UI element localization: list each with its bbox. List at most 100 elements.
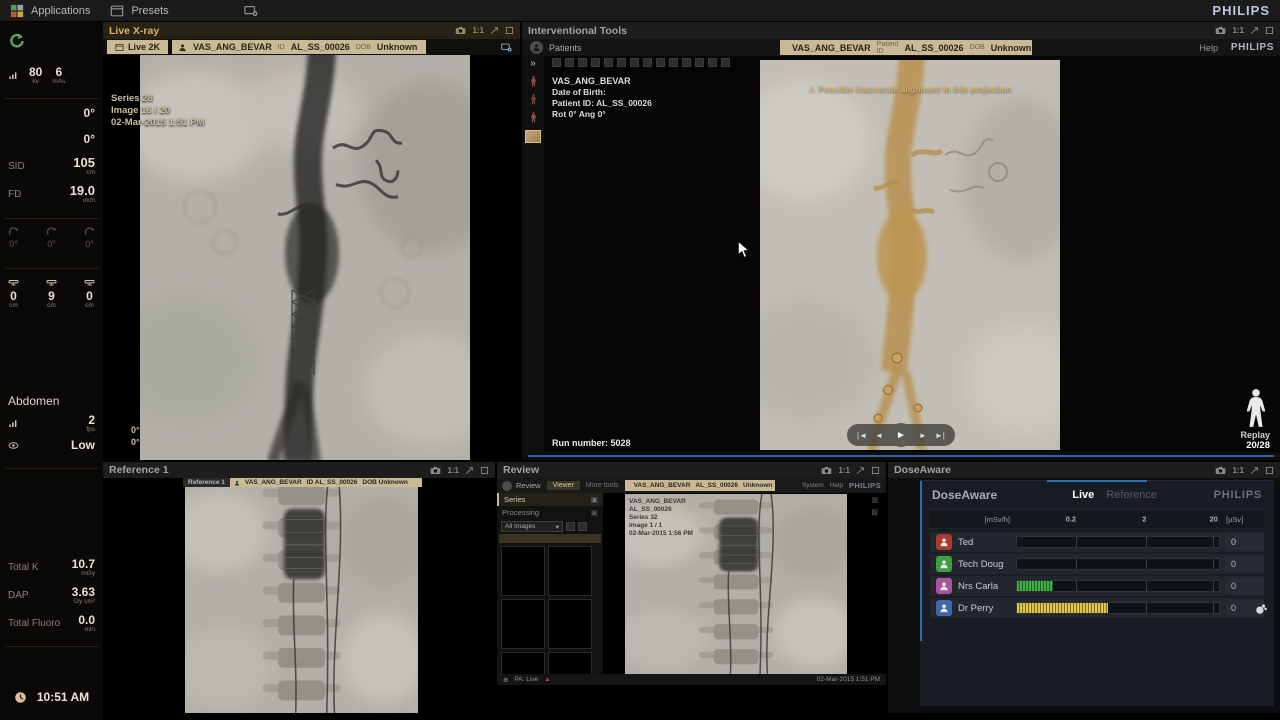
patient-name: VAS_ANG_BEVAR	[792, 43, 871, 53]
tool-icon[interactable]	[565, 58, 574, 67]
step-back-button[interactable]: ◄	[875, 431, 883, 440]
presets-menu[interactable]: Presets	[100, 0, 178, 21]
resize-icon[interactable]	[465, 466, 474, 475]
patient-marker-icon-3[interactable]	[528, 112, 539, 123]
tool-icon[interactable]	[643, 58, 652, 67]
tool-icon[interactable]	[708, 58, 717, 67]
play-button[interactable]: ►	[889, 423, 913, 447]
thumbnail[interactable]	[501, 546, 545, 596]
reference-tab[interactable]: Reference 1	[183, 478, 230, 487]
acquisition-sidebar: 80kv 6mAs 0° 0° SID 105cm FD 19.0inch 0°…	[0, 22, 103, 720]
tool-icon[interactable]	[617, 58, 626, 67]
resize-icon[interactable]	[490, 26, 499, 35]
tool-icon[interactable]	[630, 58, 639, 67]
protocol-row[interactable]: Abdomen	[0, 394, 103, 408]
patient-banner[interactable]: VAS_ANG_BEVAR ID AL_SS_00026 DOB Unknown	[230, 478, 422, 487]
patient-marker-icon-2[interactable]	[528, 94, 539, 105]
run-scrubber[interactable]	[522, 452, 1280, 460]
tool-icon[interactable]	[656, 58, 665, 67]
patient-body-icon	[1242, 388, 1270, 430]
image-counter: Image 16 / 20	[111, 105, 204, 117]
dose-value: 0	[1226, 556, 1264, 572]
table-longitudinal-icon	[46, 276, 57, 287]
snapshot-icon[interactable]	[821, 465, 832, 476]
tool-icon[interactable]	[604, 58, 613, 67]
display-route-icon[interactable]	[501, 42, 512, 53]
tool-icon[interactable]	[682, 58, 691, 67]
patient-banner[interactable]: VAS_ANG_BEVAR Patient ID AL_SS_00026 DOB…	[780, 40, 1032, 55]
patient-id: ID AL_SS_00026	[307, 479, 358, 486]
resize-icon[interactable]	[856, 466, 865, 475]
roadmap-angiogram-image[interactable]	[760, 60, 1060, 450]
review-side-icons: ▥▧	[871, 496, 878, 516]
applications-menu[interactable]: Applications	[0, 0, 100, 21]
maximize-icon[interactable]	[1265, 466, 1274, 475]
series-list-item[interactable]: Series▣	[497, 493, 603, 506]
skip-end-button[interactable]: ►|	[935, 431, 945, 440]
tool-icon[interactable]	[591, 58, 600, 67]
maximize-icon[interactable]	[505, 26, 514, 35]
dob-label: DOB	[970, 44, 985, 51]
thumbnail[interactable]	[501, 599, 545, 649]
processing-list-item[interactable]: Processing▣	[497, 506, 603, 519]
maximize-icon[interactable]	[871, 466, 880, 475]
review-app-button[interactable]: Review	[502, 481, 541, 491]
step-forward-button[interactable]: ►	[919, 431, 927, 440]
tool-icon[interactable]	[721, 58, 730, 67]
accent-underline	[1047, 480, 1146, 482]
tool-icon[interactable]	[552, 58, 561, 67]
table-unit-1: cm	[9, 303, 18, 310]
id-label: ID	[278, 44, 285, 51]
tab-live[interactable]: Live	[1072, 489, 1094, 501]
detector-rotation-icon	[84, 226, 95, 237]
help-button[interactable]: Help	[1199, 43, 1218, 53]
patient-marker-icon[interactable]	[528, 76, 539, 87]
pan-icon[interactable]: ▥	[871, 496, 878, 504]
snapshot-icon[interactable]	[455, 25, 466, 36]
doseaware-title: DoseAware	[894, 464, 951, 476]
warning-text: Possible inaccurate alignment in this pr…	[818, 84, 1011, 94]
filter-row: All Images▾	[497, 519, 603, 534]
patient-banner[interactable]: VAS_ANG_BEVAR AL_SS_00026 Unknown	[625, 480, 775, 491]
live-xray-title: Live X-ray	[109, 25, 159, 37]
tool-icon[interactable]	[695, 58, 704, 67]
snapshot-icon[interactable]	[1215, 465, 1226, 476]
fps-row: 2fps	[0, 414, 103, 434]
review-app-label: Review	[516, 481, 541, 490]
skip-start-button[interactable]: |◄	[857, 431, 867, 440]
more-tools-button[interactable]: More tools	[586, 482, 619, 489]
tool-icon[interactable]	[578, 58, 587, 67]
maximize-icon[interactable]	[480, 466, 489, 475]
expand-strip-button[interactable]: »	[530, 58, 536, 69]
patient-banner[interactable]: VAS_ANG_BEVAR ID AL_SS_00026 DOB Unknown	[172, 40, 426, 54]
zoom-1to1-button[interactable]: 1:1	[447, 466, 459, 475]
resize-icon[interactable]	[1250, 26, 1259, 35]
system-button[interactable]: System	[802, 482, 824, 489]
zoom-1to1-button[interactable]: 1:1	[472, 26, 484, 35]
sort-icon[interactable]	[578, 522, 587, 531]
table-pos-1: 0	[10, 290, 17, 302]
patients-button[interactable]: Patients	[522, 41, 590, 54]
mas-unit: mAs	[52, 79, 65, 86]
tools-icon-toolbar	[552, 58, 730, 67]
image-filter-dropdown[interactable]: All Images▾	[501, 521, 563, 532]
active-roadmap-thumbnail[interactable]	[525, 130, 541, 143]
zoom-1to1-button[interactable]: 1:1	[1232, 466, 1244, 475]
thumbnail[interactable]	[548, 599, 592, 649]
snapshot-icon[interactable]	[430, 465, 441, 476]
zoom-icon[interactable]: ▧	[871, 508, 878, 516]
screen-capture-button[interactable]	[234, 0, 268, 21]
tab-reference[interactable]: Reference	[1106, 489, 1157, 501]
snapshot-icon[interactable]	[1215, 25, 1226, 36]
tab-live-2k[interactable]: Live 2K	[107, 40, 168, 54]
protocol-name: Abdomen	[8, 394, 59, 408]
tool-icon[interactable]	[669, 58, 678, 67]
maximize-icon[interactable]	[1265, 26, 1274, 35]
viewer-tab[interactable]: Viewer	[547, 481, 580, 490]
resize-icon[interactable]	[1250, 466, 1259, 475]
zoom-1to1-button[interactable]: 1:1	[838, 466, 850, 475]
layout-icon[interactable]	[566, 522, 575, 531]
zoom-1to1-button[interactable]: 1:1	[1232, 26, 1244, 35]
thumbnail[interactable]	[548, 546, 592, 596]
help-button[interactable]: Help	[830, 482, 843, 489]
